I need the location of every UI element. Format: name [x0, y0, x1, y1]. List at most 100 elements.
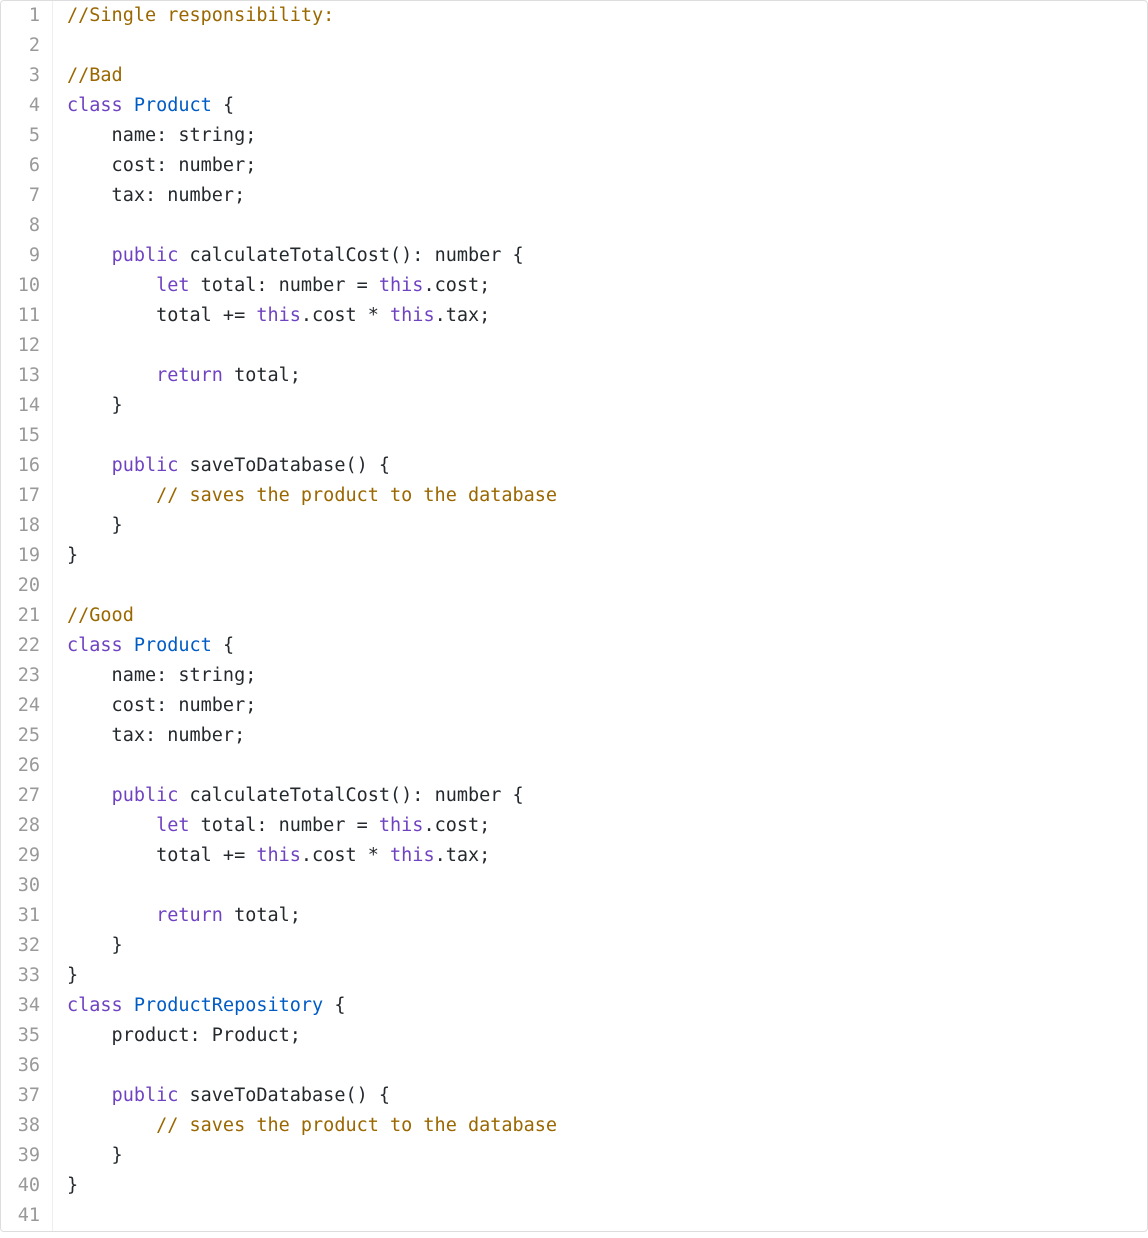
code-line: 19} — [1, 541, 1147, 571]
line-number: 9 — [1, 241, 53, 271]
code-line: 25 tax: number; — [1, 721, 1147, 751]
code-content: tax: number; — [53, 181, 245, 211]
code-line: 13 return total; — [1, 361, 1147, 391]
code-content: return total; — [53, 361, 301, 391]
line-number: 16 — [1, 451, 53, 481]
code-content — [53, 31, 67, 61]
code-line: 32 } — [1, 931, 1147, 961]
code-line: 21//Good — [1, 601, 1147, 631]
line-number: 38 — [1, 1111, 53, 1141]
code-line: 8 — [1, 211, 1147, 241]
code-line: 7 tax: number; — [1, 181, 1147, 211]
code-line: 15 — [1, 421, 1147, 451]
line-number: 27 — [1, 781, 53, 811]
line-number: 11 — [1, 301, 53, 331]
line-number: 18 — [1, 511, 53, 541]
code-content: //Good — [53, 601, 134, 631]
line-number: 25 — [1, 721, 53, 751]
line-number: 34 — [1, 991, 53, 1021]
code-content: name: string; — [53, 121, 256, 151]
code-content: // saves the product to the database — [53, 481, 557, 511]
line-number: 14 — [1, 391, 53, 421]
code-content: //Single responsibility: — [53, 1, 334, 31]
line-number: 17 — [1, 481, 53, 511]
line-number: 22 — [1, 631, 53, 661]
line-number: 13 — [1, 361, 53, 391]
code-line: 2 — [1, 31, 1147, 61]
line-number: 7 — [1, 181, 53, 211]
code-line: 9 public calculateTotalCost(): number { — [1, 241, 1147, 271]
code-line: 38 // saves the product to the database — [1, 1111, 1147, 1141]
code-line: 26 — [1, 751, 1147, 781]
code-content: class Product { — [53, 91, 234, 121]
line-number: 12 — [1, 331, 53, 361]
code-line: 35 product: Product; — [1, 1021, 1147, 1051]
code-line: 20 — [1, 571, 1147, 601]
code-line: 16 public saveToDatabase() { — [1, 451, 1147, 481]
code-line: 34class ProductRepository { — [1, 991, 1147, 1021]
code-content: // saves the product to the database — [53, 1111, 557, 1141]
code-content: cost: number; — [53, 151, 256, 181]
line-number: 3 — [1, 61, 53, 91]
code-content — [53, 331, 67, 361]
code-content: product: Product; — [53, 1021, 301, 1051]
code-content: total += this.cost * this.tax; — [53, 841, 490, 871]
code-content — [53, 871, 67, 901]
code-content — [53, 1201, 67, 1231]
line-number: 10 — [1, 271, 53, 301]
code-line: 17 // saves the product to the database — [1, 481, 1147, 511]
line-number: 4 — [1, 91, 53, 121]
code-line: 27 public calculateTotalCost(): number { — [1, 781, 1147, 811]
code-content — [53, 571, 67, 601]
code-line: 36 — [1, 1051, 1147, 1081]
line-number: 28 — [1, 811, 53, 841]
code-line: 14 } — [1, 391, 1147, 421]
code-content: let total: number = this.cost; — [53, 811, 490, 841]
code-line: 18 } — [1, 511, 1147, 541]
line-number: 21 — [1, 601, 53, 631]
code-content — [53, 751, 67, 781]
code-content: public saveToDatabase() { — [53, 1081, 390, 1111]
line-number: 5 — [1, 121, 53, 151]
code-line: 24 cost: number; — [1, 691, 1147, 721]
line-number: 2 — [1, 31, 53, 61]
code-content: name: string; — [53, 661, 256, 691]
code-line: 3//Bad — [1, 61, 1147, 91]
code-line: 5 name: string; — [1, 121, 1147, 151]
code-content: public calculateTotalCost(): number { — [53, 781, 524, 811]
line-number: 29 — [1, 841, 53, 871]
code-content: let total: number = this.cost; — [53, 271, 490, 301]
code-line: 30 — [1, 871, 1147, 901]
code-line: 11 total += this.cost * this.tax; — [1, 301, 1147, 331]
line-number: 33 — [1, 961, 53, 991]
code-content: } — [53, 931, 123, 961]
code-line: 6 cost: number; — [1, 151, 1147, 181]
line-number: 19 — [1, 541, 53, 571]
line-number: 37 — [1, 1081, 53, 1111]
line-number: 1 — [1, 1, 53, 31]
code-content: tax: number; — [53, 721, 245, 751]
line-number: 26 — [1, 751, 53, 781]
line-number: 15 — [1, 421, 53, 451]
code-content: //Bad — [53, 61, 123, 91]
code-content: public saveToDatabase() { — [53, 451, 390, 481]
code-content — [53, 421, 67, 451]
code-line: 10 let total: number = this.cost; — [1, 271, 1147, 301]
code-content: return total; — [53, 901, 301, 931]
line-number: 20 — [1, 571, 53, 601]
code-line: 29 total += this.cost * this.tax; — [1, 841, 1147, 871]
line-number: 8 — [1, 211, 53, 241]
code-editor: 1//Single responsibility:23//Bad4class P… — [0, 0, 1148, 1232]
code-content: } — [53, 1141, 123, 1171]
line-number: 36 — [1, 1051, 53, 1081]
line-number: 24 — [1, 691, 53, 721]
line-number: 32 — [1, 931, 53, 961]
code-line: 12 — [1, 331, 1147, 361]
code-line: 31 return total; — [1, 901, 1147, 931]
code-content: class ProductRepository { — [53, 991, 345, 1021]
code-content: } — [53, 541, 78, 571]
code-content — [53, 1051, 67, 1081]
line-number: 35 — [1, 1021, 53, 1051]
line-number: 40 — [1, 1171, 53, 1201]
line-number: 31 — [1, 901, 53, 931]
